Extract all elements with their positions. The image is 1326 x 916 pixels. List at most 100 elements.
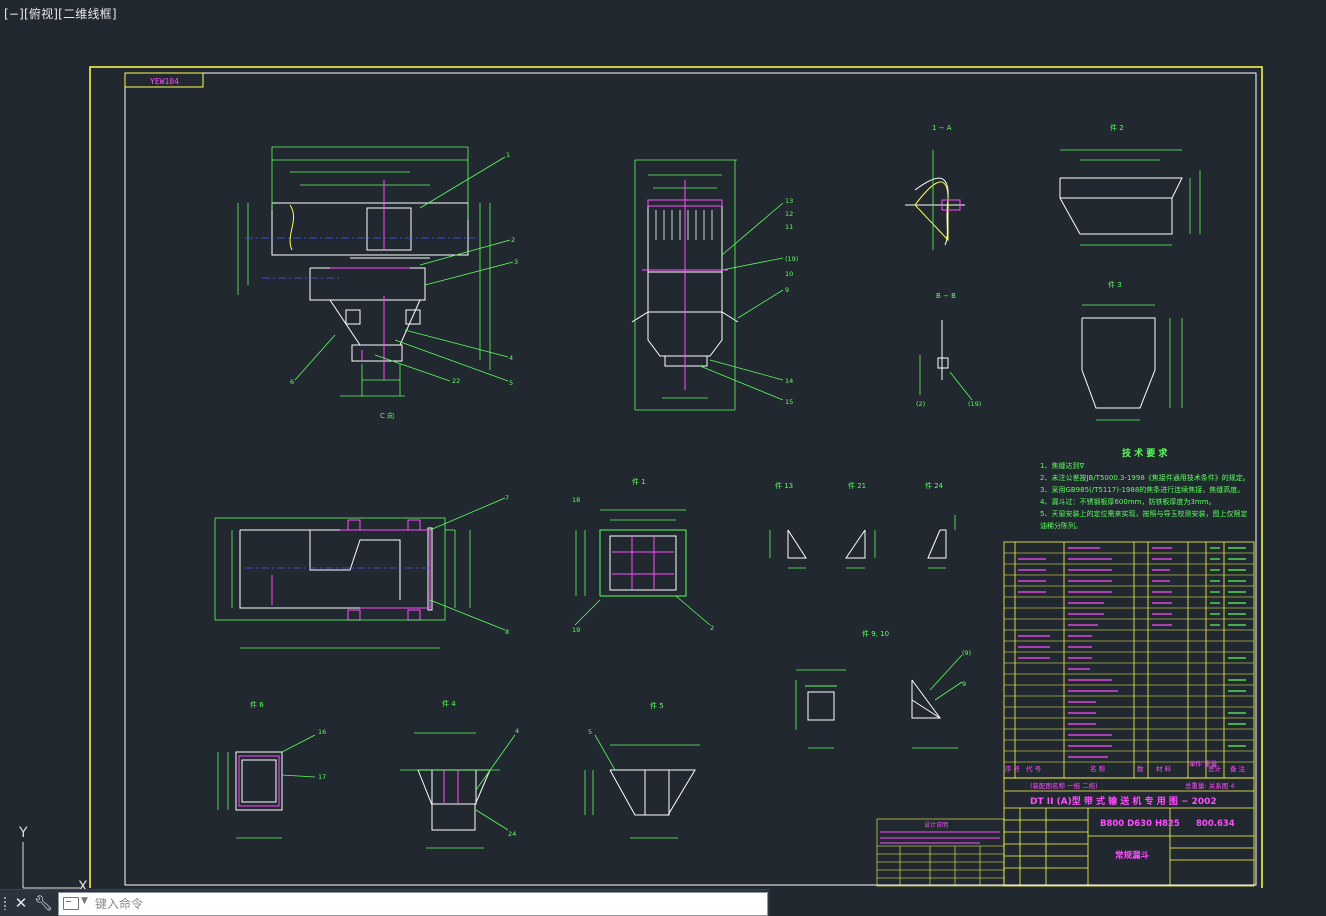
close-icon[interactable]: ✕ [12,893,30,913]
main-front-magenta [330,180,410,380]
title-block-name: 常规漏斗 [1115,850,1150,861]
part-5-view [609,769,696,816]
cad-drawing-canvas[interactable]: YEW104 技 术 要 求 1、焦缝达到∇ 2、未注公差按JB/T5000.3… [0,0,1326,888]
side-view-dims [634,159,784,411]
svg-text:13: 13 [785,197,793,205]
part-2-view [1059,177,1183,235]
svg-text:9: 9 [785,286,789,294]
parts-list-text-magenta [1018,547,1172,758]
svg-text:(2): (2) [916,400,925,408]
main-front-dims [237,146,514,397]
svg-text:(9): (9) [962,649,971,657]
parts-header-code: 代 号 [1026,764,1042,773]
svg-text:1: 1 [506,151,510,159]
section-a-fill [914,181,949,242]
parts-header-remark: 备 注 [1230,764,1246,773]
part-9-10-view [805,679,941,721]
section-a [905,177,965,246]
part-1-view [599,529,687,597]
small-parts [787,529,947,559]
c-view [235,751,283,811]
tech-req-4: 4、漏斗过：不锈钢板厚600mm，防铁板厚度为3mm。 [1040,497,1216,506]
plan-view-magenta [271,519,431,621]
ucs-axis-icon: Y X [18,825,88,894]
label-part-3: 件 3 [1108,280,1122,289]
svg-text:6: 6 [290,378,294,386]
svg-text:11: 11 [785,223,793,231]
label-part-24: 件 24 [925,481,944,490]
part-4-view [1081,317,1156,409]
plan-view [239,527,433,611]
section-b [937,320,949,380]
label-part-6: 件 6 [250,700,264,709]
parts-header-qty: 数 [1137,764,1144,773]
svg-text:15: 15 [785,398,793,406]
label-part-4: 件 4 [442,699,456,708]
command-prompt-icon[interactable] [63,897,79,910]
svg-text:22: 22 [452,377,460,385]
svg-text:(19): (19) [785,255,798,263]
svg-text:7: 7 [505,494,509,502]
parts-header-material: 材 料 [1156,764,1172,773]
svg-text:17: 17 [318,773,326,781]
svg-text:12: 12 [785,210,793,218]
part-6-view [417,769,491,831]
svg-text:5: 5 [588,728,592,736]
revision-block [876,818,1005,887]
command-input-box[interactable]: ▼ [58,892,768,916]
svg-text:19: 19 [572,626,580,634]
svg-text:16: 16 [318,728,326,736]
corner-tag: YEW104 [150,77,179,86]
title-block-frame [1003,777,1255,887]
tech-req-2: 2、未注公差按JB/T5000.3-1998《焦接件通用技术条件》的规定。 [1040,473,1250,482]
svg-text:4: 4 [509,354,513,362]
hatch-curve [289,204,295,251]
svg-text:8: 8 [505,628,509,636]
command-input[interactable] [93,894,757,914]
svg-text:2: 2 [710,624,714,632]
label-part-2: 件 2 [1110,123,1124,132]
tech-req-3: 3、采用GB985(/T5117)-1988的焦条进行连续焦接，焦缝高度。 [1040,485,1244,494]
parts-header-no: 序 号 [1005,764,1021,773]
label-part-1: 件 1 [632,477,646,486]
svg-text:(19): (19) [968,400,981,408]
title-block-spec: B800 D630 H825 [1100,819,1180,829]
title-block-main-title: DT II (A)型 带 式 输 送 机 专 用 图 − 2002 [1030,795,1217,807]
title-block-assembly: (装配图名称 一拖 二拖) [1030,781,1098,790]
parts-list-text-green [1210,547,1246,747]
svg-text:18: 18 [572,496,580,504]
label-part-21: 件 21 [848,481,866,490]
revision-title: 设计说明 [924,821,948,829]
tech-req-5: 5、天窗安装上的定位需来实现，按照与导玉校测安装，图上仅限定 [1040,509,1247,518]
ucs-y-label: Y [18,825,28,841]
parts-list-table [1003,541,1255,779]
chevron-down-icon[interactable]: ▼ [81,896,88,906]
label-c-view: C 向 [380,411,394,420]
label-part-9-10: 件 9, 10 [862,629,889,638]
svg-text:3: 3 [514,258,518,266]
parts-header-total: 总计 [1208,764,1222,773]
title-block-weight: 总重量: 关系图 4 [1185,781,1234,790]
main-front-view [271,202,469,362]
wrench-icon[interactable]: 🔧︎ [34,893,53,913]
side-view-slats [655,210,713,240]
svg-text:9: 9 [962,680,966,688]
command-bar: ✕ 🔧︎ ▼ [0,889,770,916]
label-part-13: 件 13 [775,481,793,490]
svg-text:4: 4 [515,727,519,735]
svg-text:14: 14 [785,377,793,385]
side-view-magenta [642,180,728,390]
tech-req-1: 1、焦缝达到∇ [1040,461,1084,470]
svg-text:10: 10 [785,270,793,278]
parts-header-name: 名 称 [1090,764,1106,773]
title-block-code: 800.634 [1196,819,1235,829]
svg-text:5: 5 [509,379,513,387]
label-part-5: 件 5 [650,701,664,710]
svg-text:24: 24 [508,830,516,838]
grip-handle-icon[interactable] [3,896,7,910]
tech-req-6: 油稀分陈列。 [1040,521,1082,530]
tech-title: 技 术 要 求 [1122,447,1168,459]
label-section-b: B − B [936,292,956,300]
svg-text:2: 2 [511,236,515,244]
label-section-a: 1 − A [932,124,952,132]
